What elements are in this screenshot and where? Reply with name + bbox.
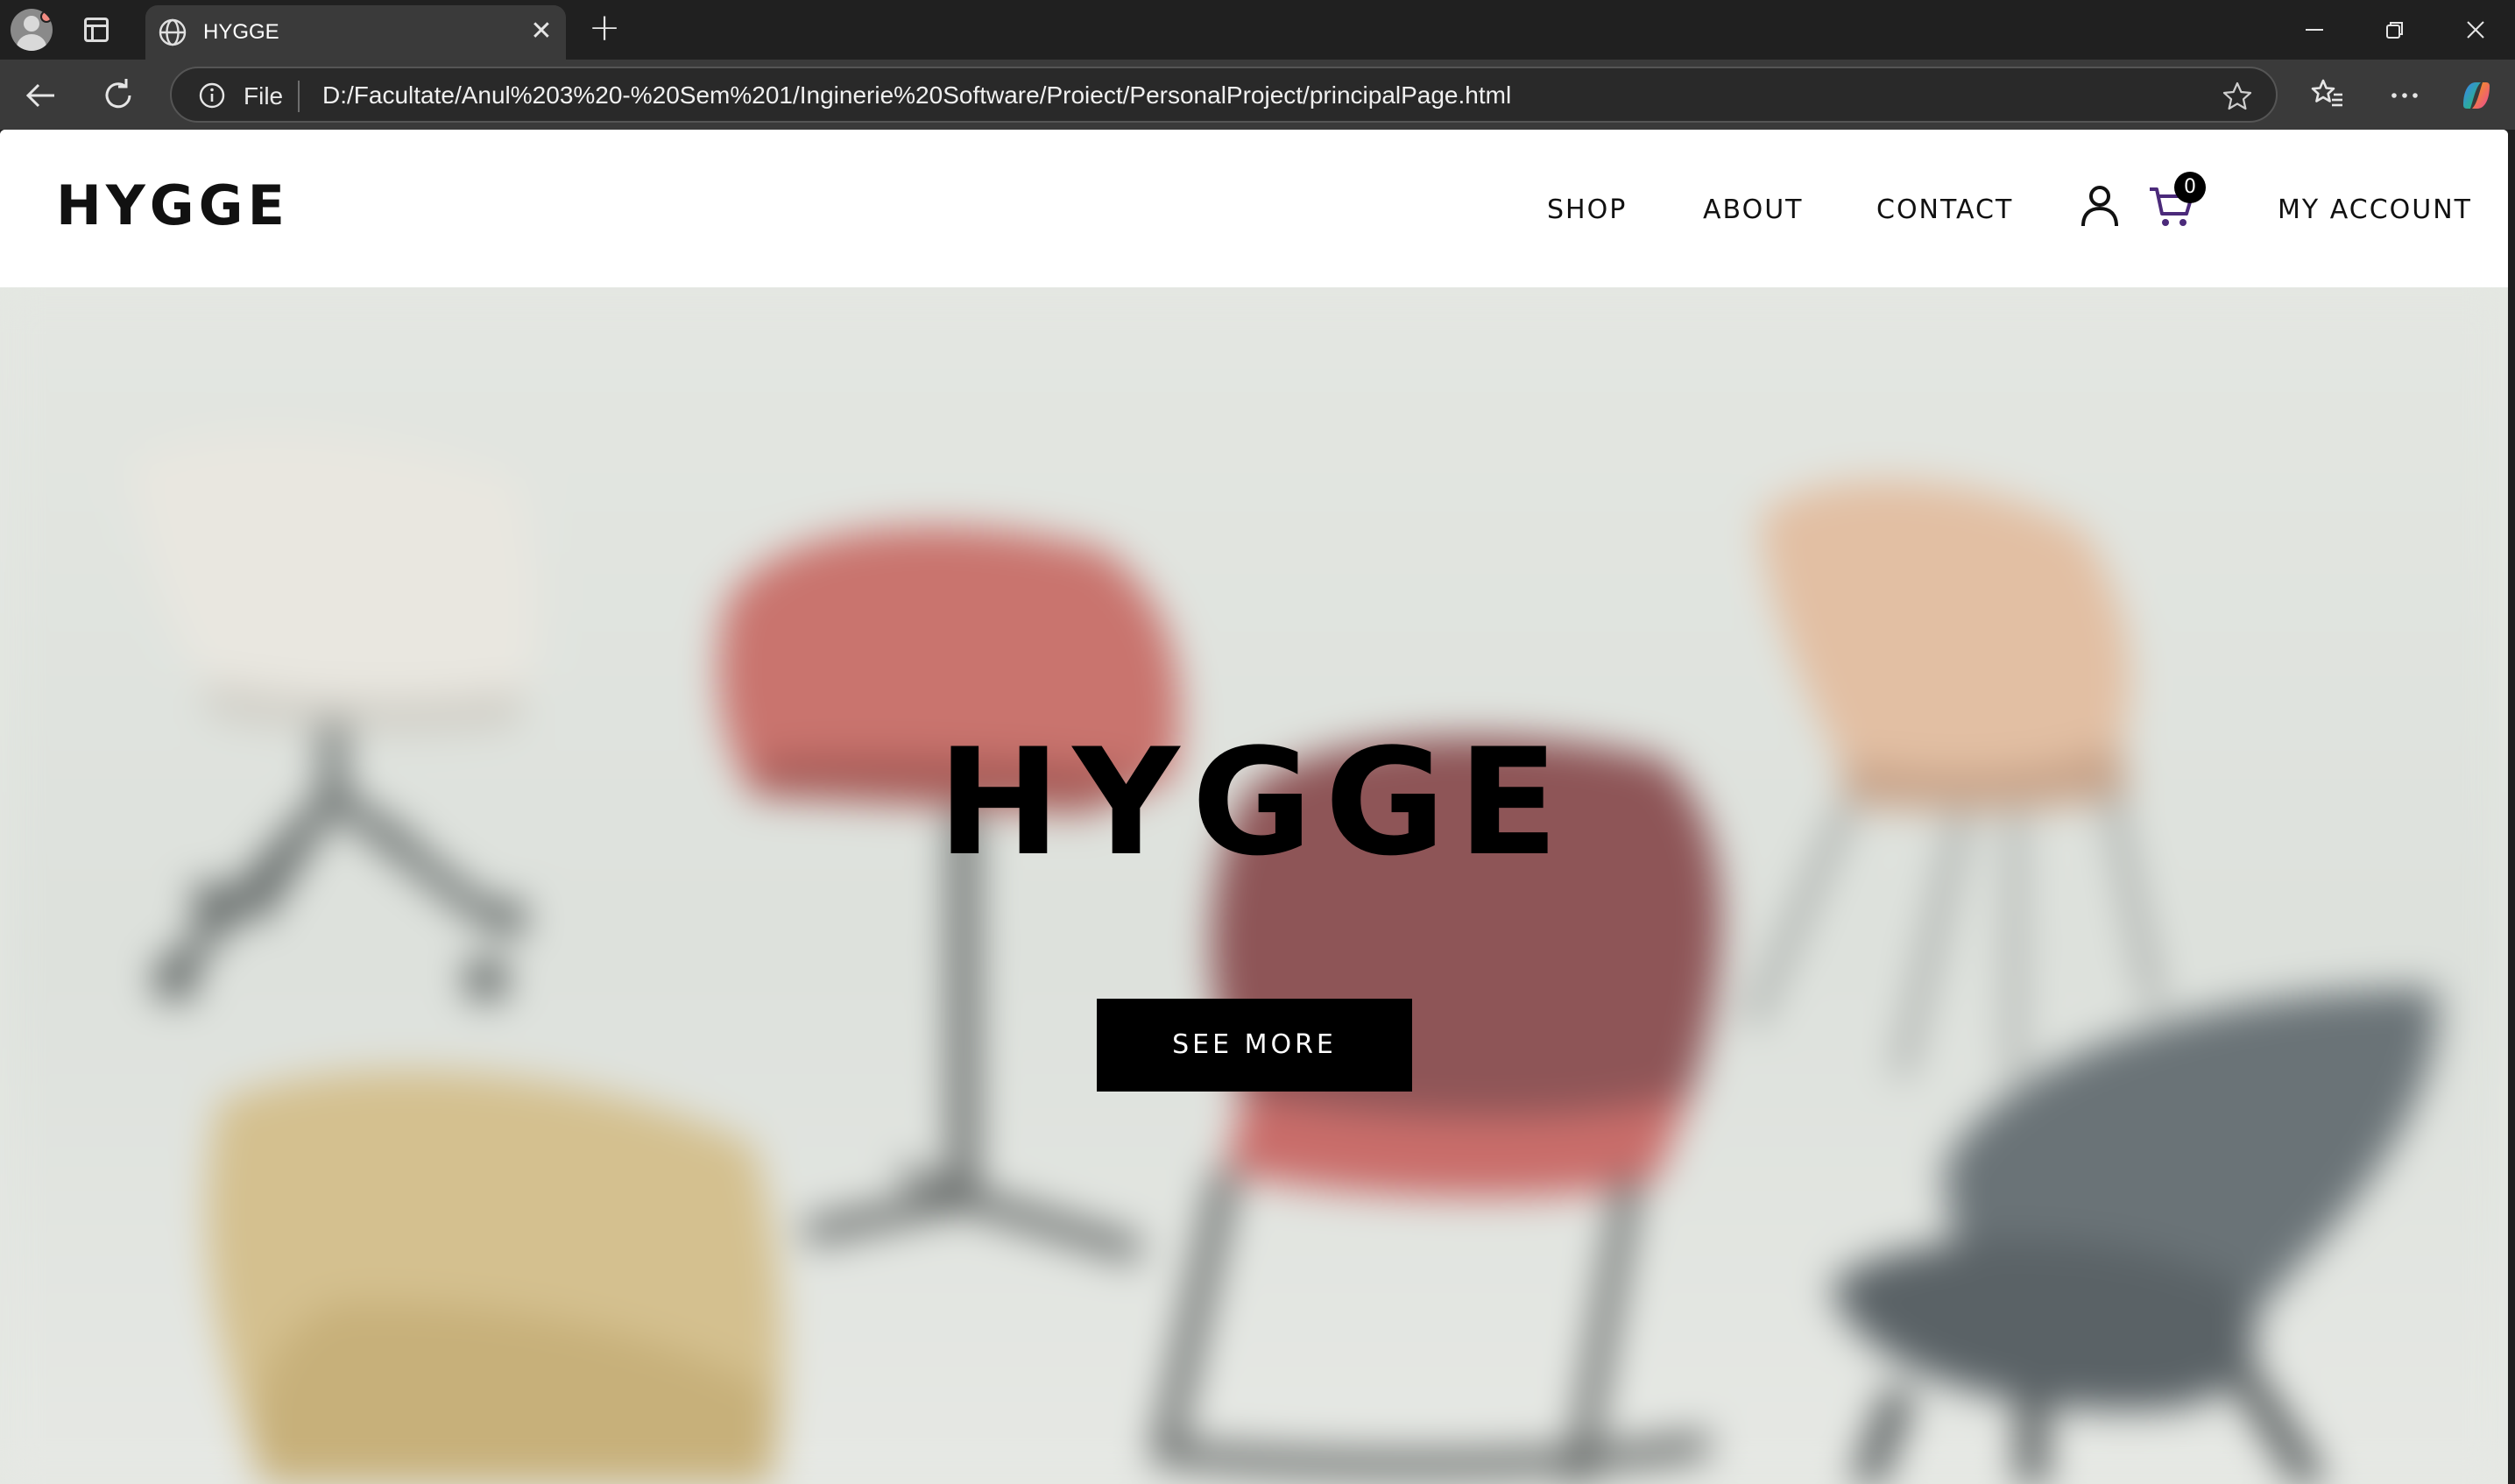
address-bar[interactable]: File D:/Facultate/Anul%203%20-%20Sem%201… — [170, 67, 2278, 123]
cart-count-badge: 0 — [2174, 172, 2206, 203]
minimize-icon[interactable] — [2288, 7, 2341, 53]
page-viewport: HYGGE SHOP ABOUT CONTACT 0 MY ACCOUNT HY… — [0, 130, 2508, 1484]
new-tab-button[interactable]: + — [585, 9, 624, 49]
tab-actions-icon[interactable] — [84, 18, 109, 42]
restore-icon[interactable] — [2369, 7, 2421, 53]
nav-about-link[interactable]: ABOUT — [1703, 194, 1803, 225]
browser-tab[interactable]: HYGGE ✕ — [145, 5, 566, 60]
hero-section: HYGGE SEE MORE — [0, 287, 2508, 1484]
tab-close-icon[interactable]: ✕ — [524, 14, 559, 49]
tab-title: HYGGE — [203, 20, 279, 44]
favorites-icon[interactable] — [2307, 75, 2348, 116]
user-icon[interactable] — [2078, 182, 2122, 230]
site-logo[interactable]: HYGGE — [56, 173, 289, 237]
close-window-icon[interactable] — [2449, 7, 2502, 53]
more-icon[interactable] — [2384, 75, 2425, 116]
nav-shop-link[interactable]: SHOP — [1547, 194, 1627, 225]
favorite-star-icon[interactable] — [2222, 81, 2253, 112]
back-icon[interactable] — [21, 75, 61, 116]
nav-my-account-link[interactable]: MY ACCOUNT — [2278, 194, 2472, 225]
info-icon[interactable] — [198, 81, 226, 110]
nav-contact-link[interactable]: CONTACT — [1876, 194, 2013, 225]
address-separator — [298, 81, 300, 112]
url-text[interactable]: D:/Facultate/Anul%203%20-%20Sem%201/Ingi… — [322, 81, 1511, 110]
file-scheme-label: File — [244, 82, 284, 110]
site-header: HYGGE SHOP ABOUT CONTACT 0 MY ACCOUNT — [0, 130, 2508, 287]
hero-title: HYGGE — [937, 717, 1571, 888]
browser-toolbar: File D:/Facultate/Anul%203%20-%20Sem%201… — [0, 60, 2515, 130]
refresh-icon[interactable] — [98, 75, 138, 116]
globe-icon — [159, 18, 187, 46]
profile-avatar-icon[interactable] — [11, 9, 53, 51]
copilot-icon[interactable] — [2456, 75, 2497, 116]
see-more-button[interactable]: SEE MORE — [1097, 999, 1412, 1092]
browser-tab-bar: HYGGE ✕ + — [0, 0, 2515, 60]
